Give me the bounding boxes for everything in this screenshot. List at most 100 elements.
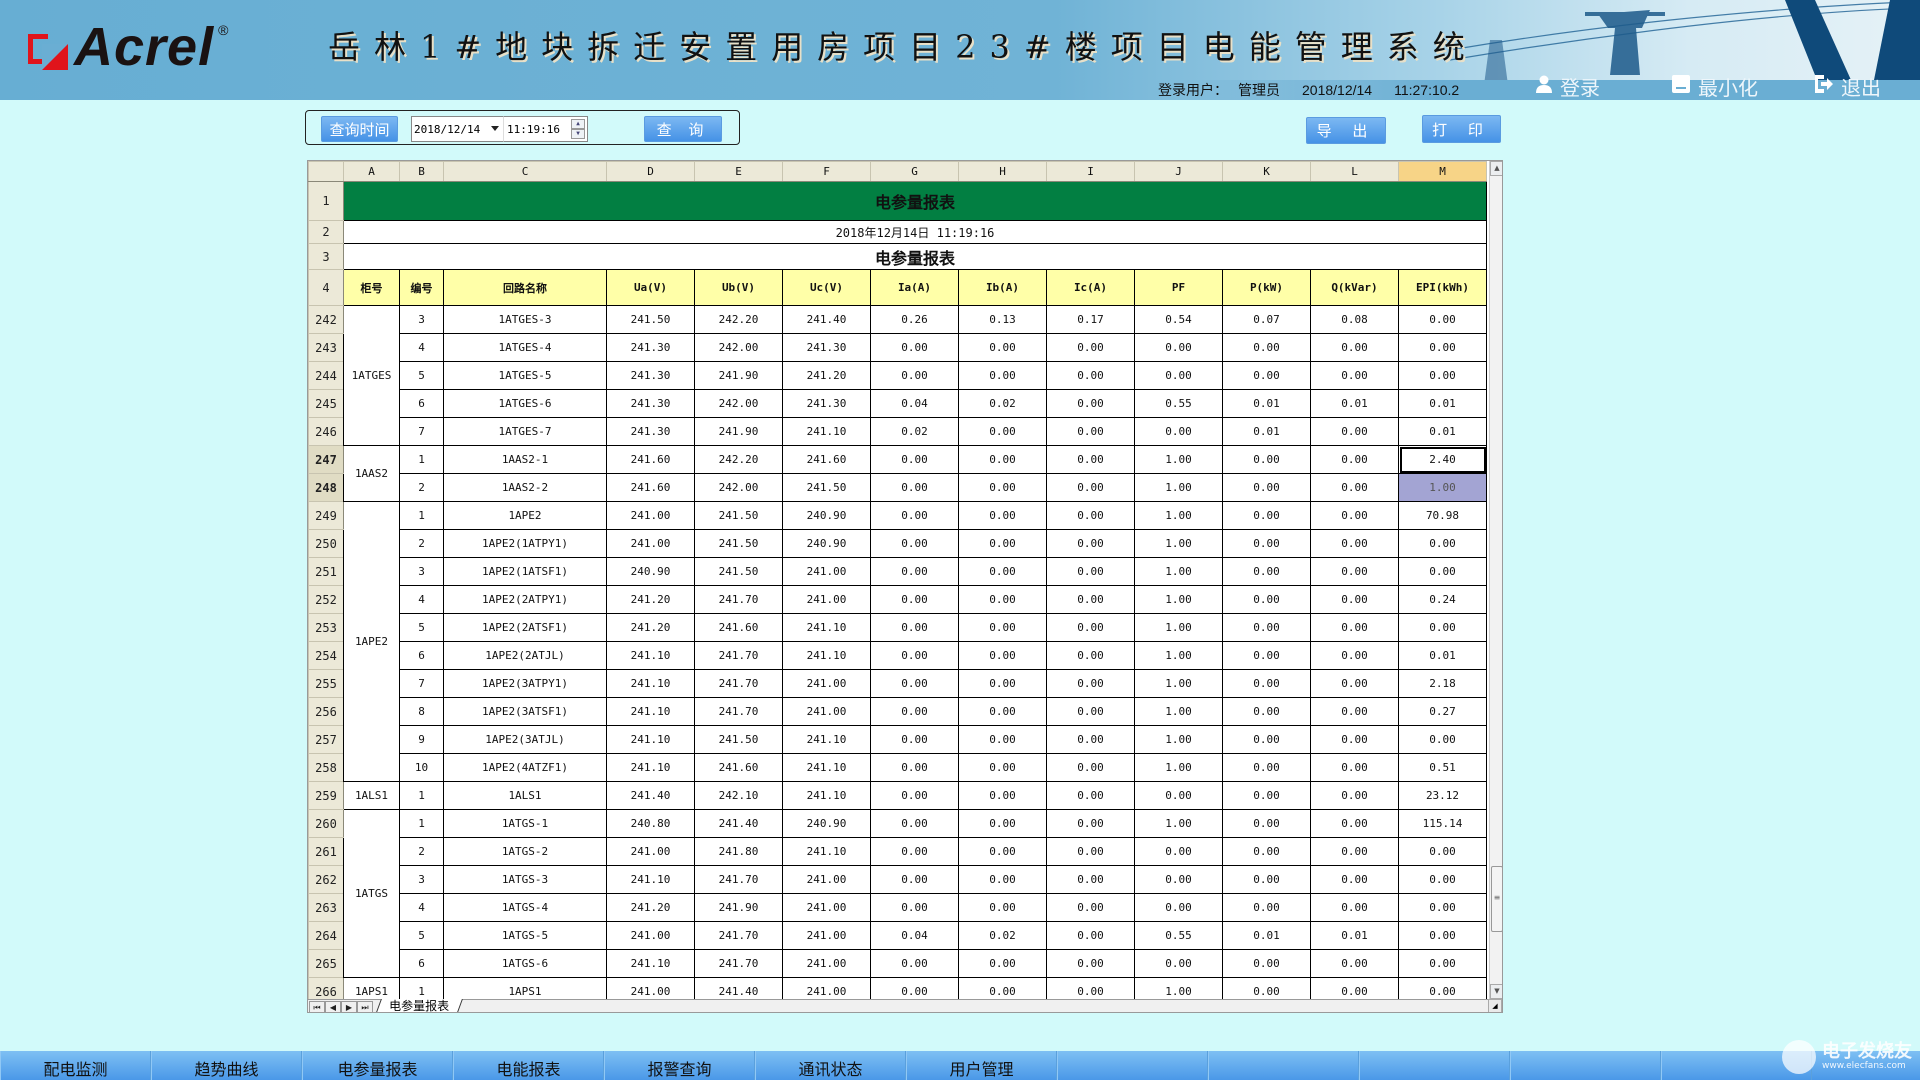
value-cell[interactable]: 0.00	[1134, 361, 1223, 390]
value-cell[interactable]: 242.10	[694, 781, 783, 810]
value-cell[interactable]: 0.54	[1134, 305, 1223, 334]
column-header[interactable]: K	[1222, 161, 1311, 182]
value-cell[interactable]: 240.90	[782, 501, 871, 530]
value-cell[interactable]: 241.50	[606, 305, 695, 334]
value-cell[interactable]: 0.00	[1046, 445, 1135, 474]
row-header[interactable]: 250	[308, 529, 344, 558]
number-cell[interactable]: 6	[399, 389, 444, 418]
value-cell[interactable]: 23.12	[1398, 781, 1487, 810]
value-cell[interactable]: 0.00	[958, 585, 1047, 614]
row-header[interactable]: 243	[308, 333, 344, 362]
value-cell[interactable]: 241.10	[606, 641, 695, 670]
next-sheet-icon[interactable]: ▶	[341, 1001, 357, 1012]
value-cell[interactable]: 241.00	[782, 669, 871, 698]
value-cell[interactable]: 0.00	[870, 697, 959, 726]
value-cell[interactable]: 0.00	[1046, 417, 1135, 446]
value-cell[interactable]: 0.00	[1310, 753, 1399, 782]
value-cell[interactable]: 0.00	[870, 809, 959, 838]
row-header[interactable]: 1	[308, 181, 344, 221]
date-picker[interactable]: 2018/12/14	[411, 116, 503, 142]
column-header[interactable]: H	[958, 161, 1047, 182]
value-cell[interactable]: 241.10	[606, 697, 695, 726]
value-cell[interactable]: 0.00	[1310, 865, 1399, 894]
vertical-scrollbar[interactable]: ▲ ≡ ▼	[1489, 161, 1502, 999]
column-header[interactable]: M	[1398, 161, 1487, 182]
value-cell[interactable]: 241.70	[694, 669, 783, 698]
sheet-tab[interactable]: 电参量报表	[375, 999, 463, 1012]
value-cell[interactable]: 0.00	[1222, 753, 1311, 782]
value-cell[interactable]: 0.00	[1310, 893, 1399, 922]
row-header[interactable]: 259	[308, 781, 344, 810]
circuit-name-cell[interactable]: 1APE2(2ATJL)	[443, 641, 607, 670]
value-cell[interactable]: 115.14	[1398, 809, 1487, 838]
value-cell[interactable]: 0.00	[870, 893, 959, 922]
value-cell[interactable]: 0.00	[958, 725, 1047, 754]
login-button[interactable]: 登录	[1536, 73, 1600, 100]
value-cell[interactable]: 240.80	[606, 809, 695, 838]
value-cell[interactable]: 0.00	[1310, 613, 1399, 642]
value-cell[interactable]: 0.00	[1046, 529, 1135, 558]
value-cell[interactable]: 241.70	[694, 921, 783, 950]
cabinet-cell[interactable]: 1ATGES	[343, 305, 400, 446]
cabinet-cell[interactable]: 1AAS2	[343, 445, 400, 502]
value-cell[interactable]: 0.00	[870, 753, 959, 782]
value-cell[interactable]: 0.00	[1222, 529, 1311, 558]
number-cell[interactable]: 5	[399, 613, 444, 642]
value-cell[interactable]: 0.00	[1398, 893, 1487, 922]
number-cell[interactable]: 3	[399, 305, 444, 334]
value-cell[interactable]: 0.00	[1222, 585, 1311, 614]
value-cell[interactable]: 0.00	[958, 865, 1047, 894]
scroll-thumb[interactable]: ≡	[1491, 866, 1502, 932]
value-cell[interactable]: 0.00	[958, 501, 1047, 530]
value-cell[interactable]: 0.26	[870, 305, 959, 334]
value-cell[interactable]: 241.00	[606, 837, 695, 866]
value-cell[interactable]: 241.20	[782, 361, 871, 390]
value-cell[interactable]: 0.00	[1310, 417, 1399, 446]
value-cell[interactable]: 242.00	[694, 389, 783, 418]
value-cell[interactable]: 0.00	[870, 361, 959, 390]
value-cell[interactable]: 1.00	[1134, 557, 1223, 586]
number-cell[interactable]: 1	[399, 781, 444, 810]
value-cell[interactable]: 0.00	[958, 641, 1047, 670]
row-header[interactable]: 3	[308, 243, 344, 270]
value-cell[interactable]: 0.00	[1310, 641, 1399, 670]
value-cell[interactable]: 241.50	[694, 557, 783, 586]
value-cell[interactable]: 0.00	[1398, 529, 1487, 558]
number-cell[interactable]: 7	[399, 417, 444, 446]
value-cell[interactable]: 241.10	[782, 417, 871, 446]
value-cell[interactable]: 0.00	[1046, 641, 1135, 670]
nav-item[interactable]: 趋势曲线	[151, 1051, 302, 1080]
value-cell[interactable]: 242.00	[694, 333, 783, 362]
value-cell[interactable]: 0.04	[870, 921, 959, 950]
value-cell[interactable]: 0.00	[870, 585, 959, 614]
column-header[interactable]: L	[1310, 161, 1399, 182]
value-cell[interactable]: 0.00	[1046, 501, 1135, 530]
value-cell[interactable]: 241.10	[782, 725, 871, 754]
value-cell[interactable]: 0.00	[1046, 557, 1135, 586]
circuit-name-cell[interactable]: 1APE2(4ATZF1)	[443, 753, 607, 782]
circuit-name-cell[interactable]: 1APE2(3ATPY1)	[443, 669, 607, 698]
value-cell[interactable]: 0.00	[1398, 333, 1487, 362]
value-cell[interactable]: 0.00	[1046, 837, 1135, 866]
value-cell[interactable]: 0.00	[1222, 445, 1311, 474]
number-cell[interactable]: 2	[399, 473, 444, 502]
value-cell[interactable]: 0.00	[870, 613, 959, 642]
circuit-name-cell[interactable]: 1AAS2-2	[443, 473, 607, 502]
nav-item[interactable]: 电参量报表	[302, 1051, 453, 1080]
value-cell[interactable]: 0.00	[958, 613, 1047, 642]
column-header[interactable]: D	[606, 161, 695, 182]
value-cell[interactable]: 241.60	[782, 445, 871, 474]
value-cell[interactable]: 0.00	[1310, 669, 1399, 698]
value-cell[interactable]: 0.00	[1398, 557, 1487, 586]
cabinet-cell[interactable]: 1ALS1	[343, 781, 400, 810]
value-cell[interactable]: 0.00	[870, 473, 959, 502]
row-header[interactable]: 248	[308, 473, 344, 502]
value-cell[interactable]: 0.00	[958, 417, 1047, 446]
value-cell[interactable]: 0.00	[958, 361, 1047, 390]
spreadsheet-grid[interactable]: A B C D E F G H I J K L M 1 电参量报表 2 2018年12月14日 11:19:16…	[308, 161, 1487, 1006]
row-header[interactable]: 252	[308, 585, 344, 614]
circuit-name-cell[interactable]: 1APE2	[443, 501, 607, 530]
value-cell[interactable]: 0.01	[1398, 389, 1487, 418]
value-cell[interactable]: 2.40	[1398, 445, 1487, 474]
value-cell[interactable]: 0.00	[958, 445, 1047, 474]
